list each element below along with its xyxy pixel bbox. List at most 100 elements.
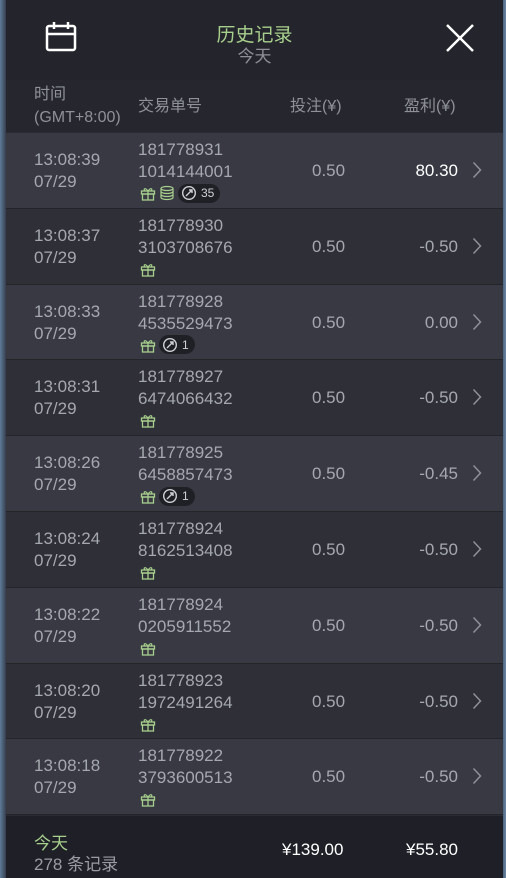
- row-time: 13:08:37 07/29: [34, 225, 100, 269]
- chevron-right-icon[interactable]: [472, 616, 482, 634]
- order-id-part2: 3793600513: [138, 768, 233, 788]
- order-id-part2: 6458857473: [138, 465, 233, 485]
- row-order-id: 181778924 0205911552: [138, 594, 231, 638]
- row-time: 13:08:33 07/29: [34, 301, 100, 345]
- time-value: 13:08:39: [34, 150, 101, 169]
- row-order-id: 181778922 3793600513: [138, 745, 233, 789]
- row-feature-icons: 1: [140, 486, 195, 506]
- time-value: 13:08:18: [34, 756, 101, 776]
- chevron-right-icon[interactable]: [472, 692, 482, 710]
- gift-icon: [140, 188, 156, 201]
- order-id-part2: 0205911552: [138, 616, 232, 636]
- order-id-part1: 181778923: [138, 670, 224, 690]
- row-feature-icons: 35: [140, 183, 221, 203]
- row-profit: -0.50: [419, 236, 458, 256]
- row-order-id: 181778931 1014144001: [138, 139, 233, 183]
- row-feature-icons: [140, 639, 156, 657]
- free-spin-badge: 1: [159, 486, 195, 506]
- row-time: 13:08:20 07/29: [34, 680, 100, 724]
- coins-icon: [160, 185, 174, 201]
- column-profit: 盈利(¥): [404, 98, 456, 115]
- spin-icon: [162, 337, 178, 352]
- free-spin-count: 1: [182, 489, 189, 504]
- row-order-id: 181778928 4535529473: [138, 291, 233, 335]
- order-id-part1: 181778925: [138, 443, 224, 463]
- chevron-right-icon[interactable]: [472, 237, 482, 255]
- date-value: 07/29: [34, 247, 77, 267]
- history-row[interactable]: 13:08:20 07/29 181778923 1972491264 0.50 -0.5…: [6, 663, 503, 740]
- column-order-id: 交易单号: [138, 98, 203, 115]
- column-header: 时间 (GMT+8:00) 交易单号 投注(¥) 盈利(¥): [6, 80, 503, 132]
- free-spin-badge: 1: [159, 335, 195, 355]
- summary-footer: 今天 278 条记录 ¥139.00 ¥55.80: [6, 816, 503, 878]
- order-id-part2: 3103708676: [138, 237, 233, 257]
- row-profit: 80.30: [415, 161, 458, 180]
- row-time: 13:08:22 07/29: [34, 604, 100, 648]
- row-time: 13:08:39 07/29: [34, 149, 100, 193]
- free-spin-count: 1: [182, 337, 189, 352]
- total-profit: ¥55.80: [406, 840, 458, 859]
- time-value: 13:08:33: [34, 301, 101, 321]
- chevron-right-icon[interactable]: [472, 161, 482, 179]
- order-id-part1: 181778927: [138, 367, 224, 387]
- date-value: 07/29: [34, 626, 77, 646]
- order-id-part1: 181778931: [138, 140, 224, 159]
- order-id-part2: 1972491264: [138, 692, 233, 712]
- row-profit: -0.45: [419, 464, 458, 484]
- row-profit: -0.50: [419, 767, 458, 787]
- row-feature-icons: [140, 411, 156, 429]
- history-row[interactable]: 13:08:37 07/29 181778930 3103708676 0.50 -0.5…: [6, 208, 503, 285]
- row-time: 13:08:31 07/29: [34, 376, 100, 420]
- order-id-part1: 181778930: [138, 215, 224, 235]
- history-row[interactable]: 13:08:18 07/29 181778922 3793600513 0.50 -0.5…: [6, 739, 503, 816]
- spin-icon: [162, 489, 178, 504]
- gift-icon: [140, 263, 156, 277]
- gift-icon: [140, 415, 156, 429]
- time-value: 13:08:20: [34, 680, 101, 700]
- order-id-part1: 181778924: [138, 594, 224, 614]
- order-id-part2: 6474066432: [138, 389, 233, 409]
- chevron-right-icon[interactable]: [472, 540, 482, 558]
- history-row[interactable]: 13:08:39 07/29 181778931 1014144001 35 0.50 80…: [6, 133, 503, 209]
- row-order-id: 181778923 1972491264: [138, 670, 233, 714]
- date-value: 07/29: [34, 778, 77, 798]
- gift-icon: [140, 794, 156, 808]
- free-spin-badge: 35: [178, 183, 221, 203]
- gift-icon: [140, 339, 156, 353]
- date-value: 07/29: [34, 323, 77, 343]
- row-order-id: 181778930 3103708676: [138, 215, 233, 259]
- history-row[interactable]: 13:08:22 07/29 181778924 0205911552 0.50 -0.5…: [6, 587, 503, 664]
- column-time: 时间: [34, 86, 67, 103]
- time-value: 13:08:24: [34, 528, 101, 548]
- gift-icon: [140, 718, 156, 732]
- history-list: 13:08:39 07/29 181778931 1014144001 35 0.50 80…: [6, 133, 503, 816]
- spin-icon: [181, 185, 197, 201]
- row-order-id: 181778924 8162513408: [138, 518, 233, 562]
- total-bet: ¥139.00: [282, 840, 344, 859]
- close-icon[interactable]: [444, 22, 476, 54]
- row-profit: -0.50: [419, 539, 458, 559]
- history-row[interactable]: 13:08:33 07/29 181778928 4535529473 1 0.50 0.0…: [6, 284, 503, 361]
- gift-icon: [140, 567, 156, 580]
- chevron-right-icon[interactable]: [472, 464, 482, 482]
- time-value: 13:08:37: [34, 225, 101, 245]
- chevron-right-icon[interactable]: [472, 313, 482, 331]
- gift-icon: [140, 642, 156, 656]
- history-row[interactable]: 13:08:26 07/29 181778925 6458857473 1 0.50 -0.…: [6, 436, 503, 512]
- chevron-right-icon[interactable]: [472, 767, 482, 785]
- date-value: 07/29: [34, 399, 77, 419]
- date-value: 07/29: [34, 172, 77, 191]
- gift-icon: [140, 491, 156, 504]
- column-time-zone: (GMT+8:00): [34, 109, 121, 126]
- time-value: 13:08:31: [34, 377, 101, 397]
- time-value: 13:08:22: [34, 604, 101, 624]
- row-profit: -0.50: [419, 615, 458, 635]
- row-feature-icons: [140, 563, 156, 581]
- chevron-right-icon[interactable]: [472, 388, 482, 406]
- history-row[interactable]: 13:08:31 07/29 181778927 6474066432 0.50 -0.5…: [6, 360, 503, 437]
- date-value: 07/29: [34, 702, 77, 722]
- time-value: 13:08:26: [34, 453, 101, 473]
- history-row[interactable]: 13:08:24 07/29 181778924 8162513408 0.50 -0.5…: [6, 511, 503, 588]
- order-id-part1: 181778924: [138, 518, 224, 538]
- row-time: 13:08:26 07/29: [34, 452, 100, 496]
